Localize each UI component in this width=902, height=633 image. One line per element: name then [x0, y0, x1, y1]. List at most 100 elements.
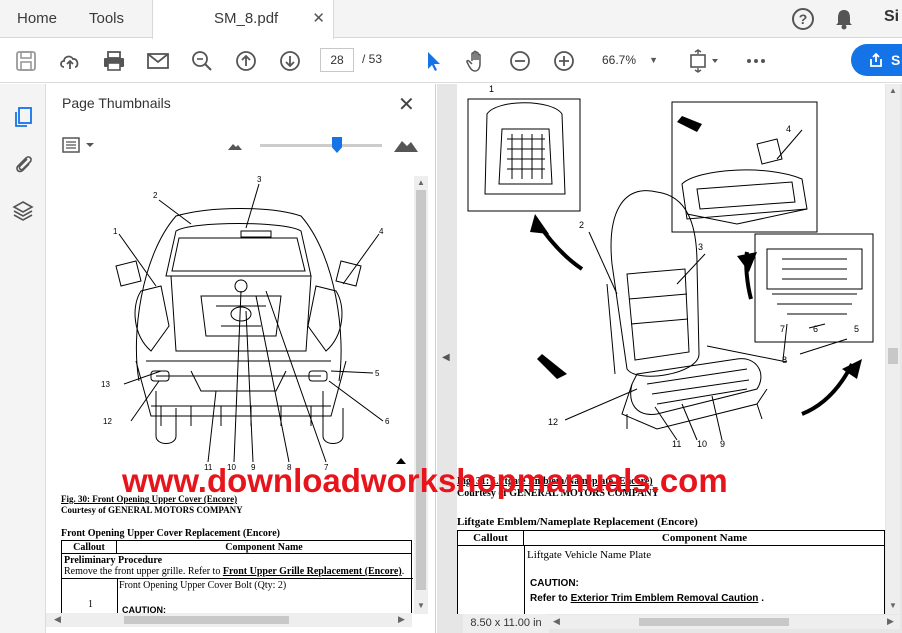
- scroll-right-icon[interactable]: ▶: [398, 614, 405, 625]
- page-total: / 53: [362, 52, 383, 66]
- right-refer-link[interactable]: Exterior Trim Emblem Removal Caution: [571, 593, 759, 604]
- tab-home[interactable]: Home: [17, 0, 57, 38]
- page-thumbnails-panel: Page Thumbnails ✕ 1 2 3 4 5 6 7 8 9 10 1…: [46, 84, 436, 633]
- share-button[interactable]: S: [851, 44, 902, 76]
- document-view[interactable]: ◀ 1 2 3 4 5 6 7 8 9 10 11 12 Fig. 31: Li…: [437, 84, 902, 633]
- next-page-icon[interactable]: [278, 49, 302, 73]
- zoom-in-icon[interactable]: [552, 49, 576, 73]
- close-tab-icon[interactable]: ✕: [312, 0, 325, 38]
- left-prelim-title: Preliminary Procedure: [64, 555, 163, 566]
- seat-callout-3: 3: [698, 242, 703, 252]
- right-callout-table: Callout Component Name Liftgate Vehicle …: [457, 530, 885, 614]
- thumbnail-size-slider[interactable]: [260, 144, 382, 147]
- thumbnail-horizontal-scrollbar[interactable]: ◀ ▶: [46, 613, 412, 627]
- hand-tool-icon[interactable]: [464, 49, 488, 73]
- page-thumbnails-icon[interactable]: [12, 106, 34, 128]
- help-icon[interactable]: ?: [792, 8, 814, 30]
- close-panel-icon[interactable]: ✕: [398, 92, 415, 117]
- seat-callout-6: 6: [813, 324, 818, 334]
- chevron-down-icon: ▼: [649, 55, 658, 65]
- seat-callout-5: 5: [854, 324, 859, 334]
- share-label: S: [891, 52, 901, 68]
- scrollbar-thumb[interactable]: [416, 190, 426, 590]
- divider: [117, 578, 118, 616]
- left-courtesy: Courtesy of GENERAL MOTORS COMPANY: [61, 505, 243, 515]
- bell-icon[interactable]: [834, 8, 854, 30]
- scroll-left-icon[interactable]: ◀: [54, 614, 61, 625]
- save-icon[interactable]: [14, 49, 38, 73]
- document-horizontal-scrollbar[interactable]: ◀ ▶: [549, 615, 900, 629]
- print-icon[interactable]: [102, 49, 126, 73]
- scroll-right-icon[interactable]: ▶: [887, 616, 894, 627]
- seat-callout-2: 2: [579, 220, 584, 230]
- page-number-input[interactable]: 28: [320, 48, 354, 72]
- previous-page-icon[interactable]: [234, 49, 258, 73]
- left-th-callout: Callout: [62, 541, 117, 554]
- left-section-title: Front Opening Upper Cover Replacement (E…: [61, 528, 280, 539]
- right-refer-period: .: [761, 593, 764, 604]
- more-options-icon[interactable]: [744, 49, 768, 73]
- zoom-search-icon[interactable]: [190, 49, 214, 73]
- callout-12: 12: [103, 417, 112, 426]
- select-cursor-icon[interactable]: [422, 49, 446, 73]
- thumbnail-page[interactable]: 1 2 3 4 5 6 7 8 9 10 11 12 13 Fig. 30: F…: [61, 176, 413, 616]
- smaller-thumbnails-icon[interactable]: [228, 142, 242, 150]
- divider: [524, 546, 525, 614]
- document-tab-label: SM_8.pdf: [214, 10, 279, 27]
- page-size-status: 8.50 x 11.00 in: [463, 614, 549, 633]
- page-fit-icon[interactable]: [688, 49, 722, 73]
- seat-diagram: 1 2 3 4 5 6 7 8 9 10 11 12: [467, 84, 874, 449]
- scroll-up-icon[interactable]: ▲: [417, 178, 425, 187]
- larger-thumbnails-icon[interactable]: [394, 138, 418, 152]
- layers-icon[interactable]: [12, 200, 34, 222]
- seat-callout-11: 11: [672, 439, 681, 449]
- callout-5: 5: [375, 369, 380, 378]
- attachment-icon[interactable]: [12, 152, 34, 174]
- left-th-component: Component Name: [117, 541, 411, 554]
- vehicle-rear-diagram: 1 2 3 4 5 6 7 8 9 10 11 12 13: [101, 176, 406, 472]
- right-th-component: Component Name: [524, 531, 885, 546]
- scroll-up-icon[interactable]: ▲: [889, 86, 897, 95]
- slider-handle[interactable]: [332, 137, 342, 153]
- tab-tools[interactable]: Tools: [89, 0, 124, 38]
- right-th-callout: Callout: [458, 531, 524, 546]
- scrollbar-thumb[interactable]: [888, 348, 898, 364]
- document-vertical-scrollbar[interactable]: ▲ ▼: [886, 84, 900, 614]
- scrollbar-thumb[interactable]: [124, 616, 289, 624]
- left-prelim-line: Remove the front upper grille. Refer to …: [64, 566, 405, 577]
- callout-6: 6: [385, 417, 390, 426]
- right-refer-text: Refer to: [530, 593, 568, 604]
- seat-callout-9: 9: [720, 439, 725, 449]
- scroll-down-icon[interactable]: ▼: [417, 601, 425, 610]
- scroll-down-icon[interactable]: ▼: [889, 601, 897, 610]
- seat-callout-12: 12: [548, 417, 558, 427]
- right-row-caution: CAUTION:: [530, 578, 579, 589]
- right-row-item: Liftgate Vehicle Name Plate: [527, 549, 652, 561]
- callout-13: 13: [101, 380, 110, 389]
- right-section-title: Liftgate Emblem/Nameplate Replacement (E…: [457, 516, 698, 528]
- zoom-level-select[interactable]: 66.7% ▼: [594, 48, 666, 72]
- left-row-callout: 1: [88, 599, 93, 610]
- tab-bar: Home Tools SM_8.pdf ✕ ? Si: [0, 0, 902, 39]
- left-prelim-text: Remove the front upper grille. Refer to: [64, 566, 221, 577]
- email-icon[interactable]: [146, 49, 170, 73]
- thumbnail-options-icon[interactable]: [62, 137, 96, 153]
- right-refer-line: Refer to Exterior Trim Emblem Removal Ca…: [530, 593, 764, 604]
- share-icon: [870, 53, 882, 67]
- tab-document[interactable]: SM_8.pdf ✕: [152, 0, 334, 39]
- toolbar: 28 / 53 66.7% ▼ S: [0, 39, 902, 83]
- zoom-out-icon[interactable]: [508, 49, 532, 73]
- seat-callout-10: 10: [697, 439, 707, 449]
- scroll-left-icon[interactable]: ◀: [553, 616, 560, 627]
- panel-title: Page Thumbnails: [62, 95, 171, 111]
- sign-in-link[interactable]: Si: [884, 8, 899, 26]
- left-rail: [0, 84, 46, 633]
- callout-4: 4: [379, 227, 384, 236]
- thumbnail-vertical-scrollbar[interactable]: ▲ ▼: [414, 176, 428, 614]
- seat-callout-1: 1: [489, 84, 494, 94]
- scrollbar-thumb[interactable]: [639, 618, 789, 626]
- upload-cloud-icon[interactable]: [58, 49, 82, 73]
- collapse-panel-icon[interactable]: ◀: [442, 352, 450, 363]
- zoom-value: 66.7%: [602, 53, 637, 67]
- left-prelim-link[interactable]: Front Upper Grille Replacement (Encore): [223, 566, 402, 577]
